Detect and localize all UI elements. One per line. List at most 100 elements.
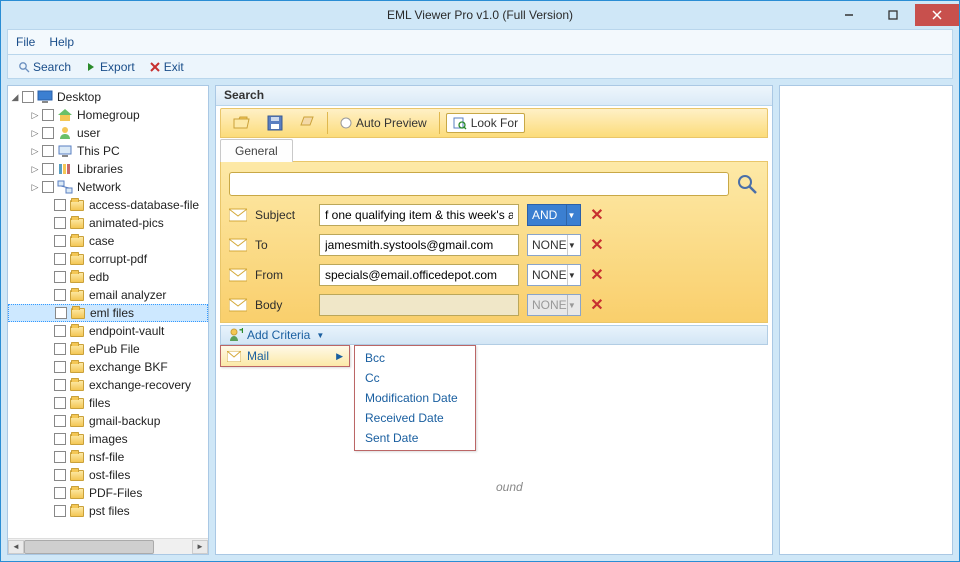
checkbox[interactable]	[42, 145, 54, 157]
checkbox[interactable]	[54, 253, 66, 265]
expander-icon[interactable]	[42, 380, 52, 390]
tree-item[interactable]: ▷Libraries	[8, 160, 208, 178]
expander-icon[interactable]	[42, 290, 52, 300]
expander-icon[interactable]	[42, 254, 52, 264]
close-button[interactable]	[915, 4, 959, 26]
submenu-item[interactable]: Sent Date	[355, 428, 475, 448]
minimize-button[interactable]	[827, 4, 871, 26]
expander-icon[interactable]	[42, 200, 52, 210]
checkbox[interactable]	[55, 307, 67, 319]
expander-icon[interactable]	[42, 452, 52, 462]
scroll-thumb[interactable]	[24, 540, 154, 554]
expander-icon[interactable]	[42, 362, 52, 372]
submenu-item[interactable]: Bcc	[355, 348, 475, 368]
scroll-right-button[interactable]: ►	[192, 540, 208, 554]
toolbar-export[interactable]: Export	[79, 58, 141, 76]
expander-icon[interactable]	[42, 416, 52, 426]
save-button[interactable]	[261, 113, 289, 133]
expander-icon[interactable]: ▷	[30, 146, 40, 156]
checkbox[interactable]	[54, 235, 66, 247]
tree-item[interactable]: animated-pics	[8, 214, 208, 232]
checkbox[interactable]	[54, 451, 66, 463]
tree-item[interactable]: corrupt-pdf	[8, 250, 208, 268]
criteria-input[interactable]	[319, 204, 519, 226]
tree-item[interactable]: images	[8, 430, 208, 448]
checkbox[interactable]	[54, 361, 66, 373]
tree-item[interactable]: ePub File	[8, 340, 208, 358]
checkbox[interactable]	[54, 289, 66, 301]
erase-button[interactable]	[293, 113, 321, 133]
menu-help[interactable]: Help	[49, 35, 74, 49]
checkbox[interactable]	[54, 199, 66, 211]
expander-icon[interactable]	[42, 488, 52, 498]
criteria-input[interactable]	[319, 294, 519, 316]
search-input[interactable]	[229, 172, 729, 196]
submenu-item[interactable]: Modification Date	[355, 388, 475, 408]
checkbox[interactable]	[42, 163, 54, 175]
scroll-left-button[interactable]: ◄	[8, 540, 24, 554]
submenu-item[interactable]: Cc	[355, 368, 475, 388]
checkbox[interactable]	[54, 433, 66, 445]
add-criteria-button[interactable]: + Add Criteria ▼	[221, 328, 332, 342]
tree-item[interactable]: ▷user	[8, 124, 208, 142]
criteria-category-menu[interactable]: Mail ▶	[220, 345, 350, 367]
checkbox[interactable]	[22, 91, 34, 103]
expander-icon[interactable]	[42, 236, 52, 246]
checkbox[interactable]	[54, 505, 66, 517]
criteria-operator[interactable]: AND▼	[527, 204, 581, 226]
tree-item[interactable]: access-database-file	[8, 196, 208, 214]
checkbox[interactable]	[42, 109, 54, 121]
expander-icon[interactable]	[42, 326, 52, 336]
checkbox[interactable]	[54, 325, 66, 337]
expander-icon[interactable]: ◢	[10, 92, 20, 102]
expander-icon[interactable]: ▷	[30, 164, 40, 174]
criteria-operator[interactable]: NONE▼	[527, 264, 581, 286]
checkbox[interactable]	[54, 379, 66, 391]
auto-preview-toggle[interactable]: Auto Preview	[334, 114, 433, 132]
tree-root[interactable]: ◢Desktop	[8, 88, 208, 106]
remove-criteria-button[interactable]: ✕	[589, 205, 605, 225]
criteria-submenu[interactable]: BccCcModification DateReceived DateSent …	[354, 345, 476, 451]
tree-item[interactable]: ▷Homegroup	[8, 106, 208, 124]
checkbox[interactable]	[54, 397, 66, 409]
checkbox[interactable]	[42, 181, 54, 193]
expander-icon[interactable]	[42, 470, 52, 480]
tree-item[interactable]: pst files	[8, 502, 208, 520]
expander-icon[interactable]	[42, 272, 52, 282]
open-button[interactable]	[227, 113, 257, 133]
tree-item[interactable]: email analyzer	[8, 286, 208, 304]
checkbox[interactable]	[54, 271, 66, 283]
checkbox[interactable]	[42, 127, 54, 139]
checkbox[interactable]	[54, 343, 66, 355]
expander-icon[interactable]	[42, 218, 52, 228]
tree-item[interactable]: PDF-Files	[8, 484, 208, 502]
tree-item[interactable]: nsf-file	[8, 448, 208, 466]
expander-icon[interactable]	[42, 344, 52, 354]
toolbar-search[interactable]: Search	[12, 58, 77, 76]
checkbox[interactable]	[54, 469, 66, 481]
tree-item[interactable]: edb	[8, 268, 208, 286]
expander-icon[interactable]	[42, 506, 52, 516]
expander-icon[interactable]: ▷	[30, 110, 40, 120]
menu-file[interactable]: File	[16, 35, 35, 49]
criteria-operator[interactable]: NONE▼	[527, 294, 581, 316]
folder-tree[interactable]: ◢Desktop▷Homegroup▷user▷This PC▷Librarie…	[8, 86, 208, 538]
tab-general[interactable]: General	[220, 139, 293, 162]
tree-item[interactable]: ▷Network	[8, 178, 208, 196]
checkbox[interactable]	[54, 415, 66, 427]
tree-item[interactable]: files	[8, 394, 208, 412]
criteria-operator[interactable]: NONE▼	[527, 234, 581, 256]
expander-icon[interactable]: ▷	[30, 182, 40, 192]
tree-h-scrollbar[interactable]: ◄ ►	[8, 538, 208, 554]
remove-criteria-button[interactable]: ✕	[589, 235, 605, 255]
remove-criteria-button[interactable]: ✕	[589, 295, 605, 315]
criteria-category-mail[interactable]: Mail ▶	[221, 346, 349, 366]
expander-icon[interactable]	[42, 434, 52, 444]
remove-criteria-button[interactable]: ✕	[589, 265, 605, 285]
checkbox[interactable]	[54, 487, 66, 499]
search-go-button[interactable]	[735, 172, 759, 196]
submenu-item[interactable]: Received Date	[355, 408, 475, 428]
tree-item[interactable]: exchange-recovery	[8, 376, 208, 394]
expander-icon[interactable]: ▷	[30, 128, 40, 138]
look-for-button[interactable]: Look For	[446, 113, 525, 133]
